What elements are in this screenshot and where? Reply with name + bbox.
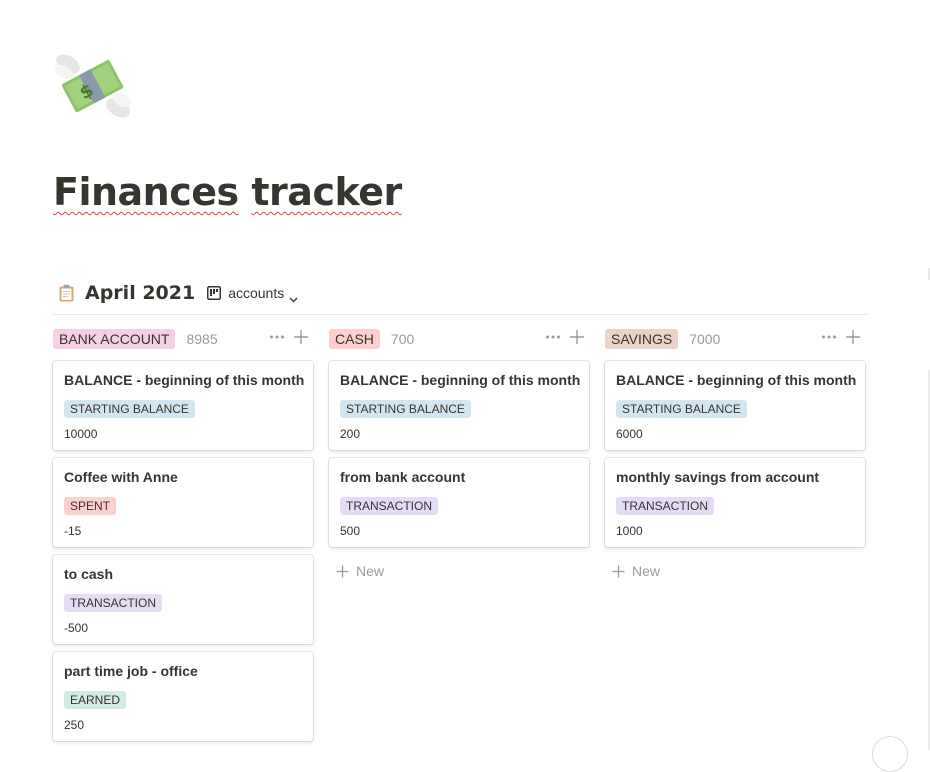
card-value: -15 bbox=[64, 524, 82, 538]
more-icon[interactable] bbox=[821, 329, 837, 345]
new-card-label: New bbox=[356, 563, 385, 579]
card-value: 10000 bbox=[64, 427, 98, 441]
column-count: 7000 bbox=[689, 331, 721, 347]
page-title-word-1: Finances bbox=[53, 170, 239, 214]
card-title: monthly savings from account bbox=[616, 469, 820, 485]
plus-icon[interactable] bbox=[569, 329, 585, 345]
page-title-word-2: tracker bbox=[251, 170, 402, 214]
view-label: accounts bbox=[228, 285, 285, 301]
view-selector-button[interactable]: accounts bbox=[207, 285, 298, 303]
board-card[interactable]: BALANCE - beginning of this month STARTI… bbox=[329, 361, 589, 450]
card-tag: TRANSACTION bbox=[616, 497, 715, 515]
card-value: 250 bbox=[64, 718, 85, 732]
card-title: BALANCE - beginning of this month bbox=[616, 372, 857, 388]
new-card-button[interactable]: New bbox=[336, 563, 384, 579]
board-card[interactable]: BALANCE - beginning of this month STARTI… bbox=[53, 361, 313, 450]
more-icon[interactable] bbox=[269, 329, 285, 345]
card-title: Coffee with Anne bbox=[64, 469, 178, 485]
database-header: April 2021 accounts bbox=[58, 279, 298, 307]
card-tag: TRANSACTION bbox=[64, 594, 163, 612]
card-title: to cash bbox=[64, 566, 114, 582]
card-value: -500 bbox=[64, 621, 89, 635]
board-column-bank-account: BANK ACCOUNT 8985 BALANCE - beginning of… bbox=[53, 327, 315, 741]
card-tag: STARTING BALANCE bbox=[616, 400, 747, 418]
board-card[interactable]: monthly savings from account TRANSACTION… bbox=[605, 458, 865, 547]
card-value: 200 bbox=[340, 427, 361, 441]
card-title: from bank account bbox=[340, 469, 466, 485]
column-header: BANK ACCOUNT 8985 bbox=[53, 327, 315, 351]
card-tag: SPENT bbox=[64, 497, 117, 515]
new-card-label: New bbox=[632, 563, 661, 579]
plus-icon[interactable] bbox=[293, 329, 309, 345]
column-label[interactable]: SAVINGS bbox=[605, 329, 679, 349]
card-tag: TRANSACTION bbox=[340, 497, 439, 515]
plus-icon bbox=[612, 565, 625, 578]
plus-icon bbox=[336, 565, 349, 578]
board-card[interactable]: to cash TRANSACTION -500 bbox=[53, 555, 313, 644]
card-tag: STARTING BALANCE bbox=[340, 400, 471, 418]
board-column-savings: SAVINGS 7000 BALANCE - beginning of this… bbox=[605, 327, 867, 579]
board-column-cash: CASH 700 BALANCE - beginning of this mon… bbox=[329, 327, 591, 579]
card-title: part time job - office bbox=[64, 663, 198, 679]
card-value: 1000 bbox=[616, 524, 643, 538]
database-title[interactable]: April 2021 bbox=[85, 282, 195, 304]
card-tag: EARNED bbox=[64, 691, 127, 709]
new-card-button[interactable]: New bbox=[612, 563, 660, 579]
column-count: 8985 bbox=[186, 331, 218, 347]
card-tag: STARTING BALANCE bbox=[64, 400, 195, 418]
board-card[interactable]: part time job - office EARNED 250 bbox=[53, 652, 313, 741]
board-card[interactable]: from bank account TRANSACTION 500 bbox=[329, 458, 589, 547]
column-header: CASH 700 bbox=[329, 327, 591, 351]
card-title: BALANCE - beginning of this month bbox=[340, 372, 581, 388]
divider bbox=[53, 314, 868, 315]
more-icon[interactable] bbox=[545, 329, 561, 345]
chevron-down-icon bbox=[289, 290, 298, 303]
column-header: SAVINGS 7000 bbox=[605, 327, 867, 351]
page-title[interactable]: Finances tracker bbox=[53, 169, 402, 215]
help-button[interactable] bbox=[872, 736, 908, 772]
money-with-wings-icon[interactable]: $ bbox=[52, 50, 134, 124]
clipboard-icon[interactable] bbox=[58, 284, 75, 302]
board-card[interactable]: BALANCE - beginning of this month STARTI… bbox=[605, 361, 865, 450]
column-label[interactable]: BANK ACCOUNT bbox=[53, 329, 176, 349]
card-value: 6000 bbox=[616, 427, 643, 441]
card-title: BALANCE - beginning of this month bbox=[64, 372, 305, 388]
board-card[interactable]: Coffee with Anne SPENT -15 bbox=[53, 458, 313, 547]
column-count: 700 bbox=[390, 331, 415, 347]
board-view-icon bbox=[207, 286, 222, 300]
card-value: 500 bbox=[340, 524, 361, 538]
column-label[interactable]: CASH bbox=[329, 329, 380, 349]
plus-icon[interactable] bbox=[845, 329, 861, 345]
